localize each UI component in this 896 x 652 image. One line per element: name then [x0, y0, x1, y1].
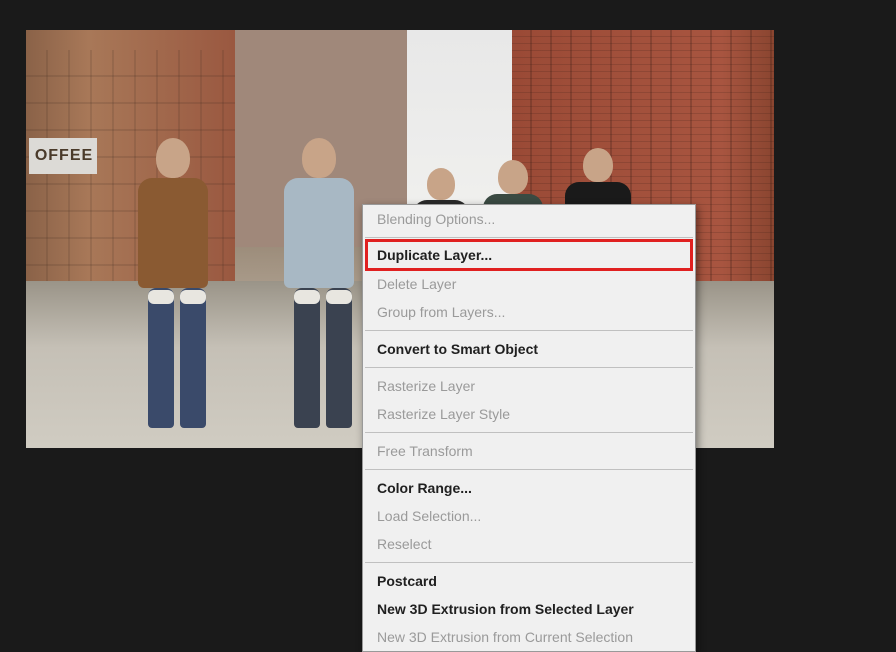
menu-blending-options[interactable]: Blending Options... — [363, 205, 695, 233]
menu-group-from-layers[interactable]: Group from Layers... — [363, 298, 695, 326]
menu-rasterize-layer-style[interactable]: Rasterize Layer Style — [363, 400, 695, 428]
menu-separator — [365, 237, 693, 238]
menu-load-selection[interactable]: Load Selection... — [363, 502, 695, 530]
menu-separator — [365, 367, 693, 368]
menu-rasterize-layer[interactable]: Rasterize Layer — [363, 372, 695, 400]
menu-convert-smart-object[interactable]: Convert to Smart Object — [363, 335, 695, 363]
photo-coffee-sign: OFFEE — [29, 138, 97, 174]
menu-new-3d-extrusion-current[interactable]: New 3D Extrusion from Current Selection — [363, 623, 695, 651]
photo-person-2 — [274, 138, 364, 438]
menu-separator — [365, 432, 693, 433]
layer-context-menu: Blending Options... Duplicate Layer... D… — [362, 204, 696, 652]
menu-separator — [365, 562, 693, 563]
menu-free-transform[interactable]: Free Transform — [363, 437, 695, 465]
menu-new-3d-extrusion-selected[interactable]: New 3D Extrusion from Selected Layer — [363, 595, 695, 623]
menu-separator — [365, 469, 693, 470]
menu-postcard[interactable]: Postcard — [363, 567, 695, 595]
menu-separator — [365, 330, 693, 331]
menu-color-range[interactable]: Color Range... — [363, 474, 695, 502]
photo-person-1 — [128, 138, 218, 438]
menu-reselect[interactable]: Reselect — [363, 530, 695, 558]
menu-delete-layer[interactable]: Delete Layer — [363, 270, 695, 298]
menu-duplicate-layer[interactable]: Duplicate Layer... — [368, 242, 690, 268]
